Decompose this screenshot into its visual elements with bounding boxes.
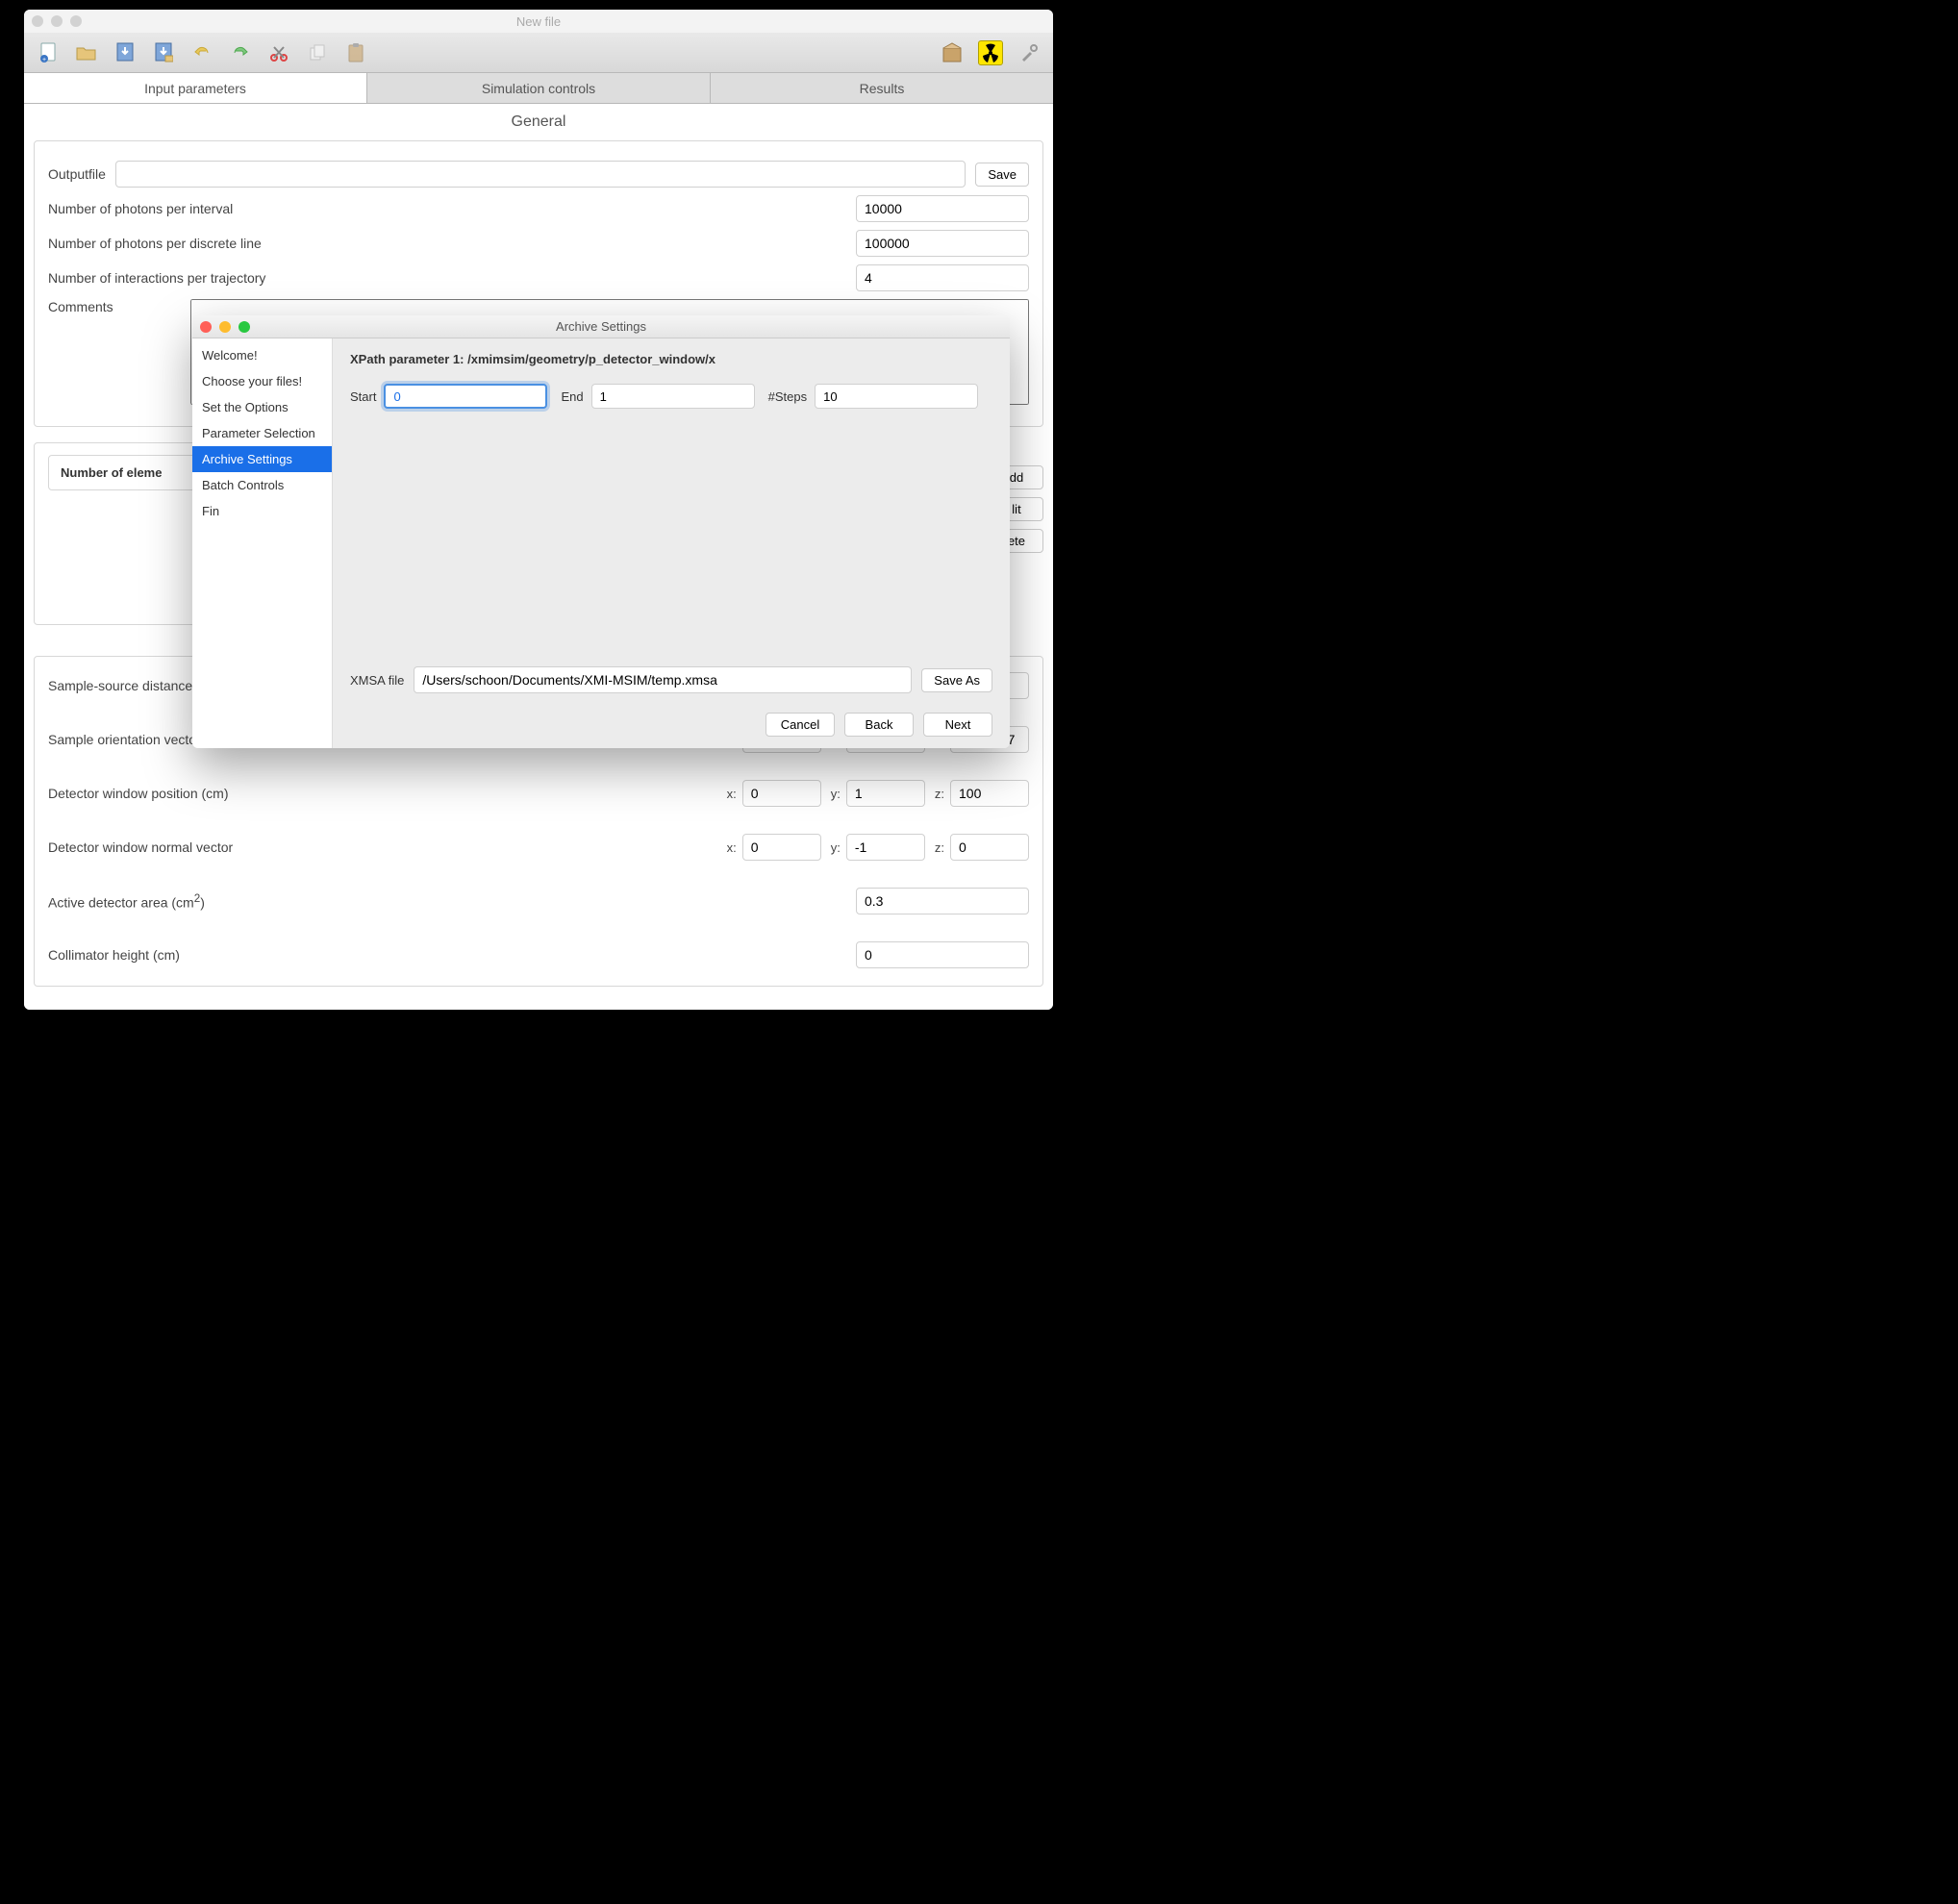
next-button[interactable]: Next: [923, 713, 992, 737]
sidebar-item-set-options[interactable]: Set the Options: [192, 394, 332, 420]
xpath-heading: XPath parameter 1: /xmimsim/geometry/p_d…: [350, 352, 992, 366]
detector-norm-label: Detector window normal vector: [48, 839, 717, 855]
active-area-suffix: ): [200, 894, 205, 910]
minimize-icon[interactable]: [51, 15, 63, 27]
new-file-icon[interactable]: +: [36, 40, 61, 65]
start-label: Start: [350, 389, 376, 404]
end-input[interactable]: [591, 384, 755, 409]
dialog-title: Archive Settings: [192, 319, 1010, 334]
main-titlebar: New file: [24, 10, 1053, 33]
sidebar-item-fin[interactable]: Fin: [192, 498, 332, 524]
steps-input[interactable]: [815, 384, 978, 409]
cut-icon[interactable]: [266, 40, 291, 65]
param-row: Start End #Steps: [350, 384, 992, 409]
window-title: New file: [24, 14, 1053, 29]
outputfile-input[interactable]: [115, 161, 966, 188]
collimator-input[interactable]: [856, 941, 1029, 968]
svg-text:+: +: [42, 57, 46, 63]
dialog-footer: Cancel Back Next: [350, 705, 992, 737]
outputfile-label: Outputfile: [48, 166, 106, 182]
sidebar-item-welcome[interactable]: Welcome!: [192, 342, 332, 368]
dialog-main: XPath parameter 1: /xmimsim/geometry/p_d…: [333, 338, 1010, 748]
copy-icon[interactable]: [305, 40, 330, 65]
x-label: x:: [727, 840, 737, 855]
elements-header-label: Number of eleme: [61, 465, 162, 480]
sidebar-item-parameter-selection[interactable]: Parameter Selection: [192, 420, 332, 446]
photons-line-input[interactable]: [856, 230, 1029, 257]
x-label: x:: [727, 787, 737, 801]
xmsa-file-input[interactable]: [414, 666, 912, 693]
main-tabs: Input parameters Simulation controls Res…: [24, 73, 1053, 104]
tools-icon[interactable]: [1017, 40, 1042, 65]
tab-results[interactable]: Results: [711, 73, 1053, 103]
interactions-input[interactable]: [856, 264, 1029, 291]
radiation-icon[interactable]: [978, 40, 1003, 65]
photons-interval-input[interactable]: [856, 195, 1029, 222]
y-label: y:: [831, 840, 841, 855]
toolbar: +: [24, 33, 1053, 73]
folder-open-icon[interactable]: [74, 40, 99, 65]
archive-settings-dialog: Archive Settings Welcome! Choose your fi…: [192, 315, 1010, 748]
save-as-icon[interactable]: [151, 40, 176, 65]
detector-pos-x[interactable]: [742, 780, 821, 807]
sidebar-item-batch-controls[interactable]: Batch Controls: [192, 472, 332, 498]
detector-norm-x[interactable]: [742, 834, 821, 861]
save-icon[interactable]: [113, 40, 138, 65]
tab-label: Input parameters: [144, 81, 246, 96]
sidebar-item-archive-settings[interactable]: Archive Settings: [192, 446, 332, 472]
dialog-titlebar: Archive Settings: [192, 315, 1010, 338]
collimator-label: Collimator height (cm): [48, 947, 846, 963]
detector-pos-label: Detector window position (cm): [48, 786, 717, 801]
save-as-button[interactable]: Save As: [921, 668, 992, 692]
interactions-label: Number of interactions per trajectory: [48, 270, 846, 286]
zoom-icon[interactable]: [70, 15, 82, 27]
xmsa-row: XMSA file Save As: [350, 666, 992, 693]
dialog-sidebar: Welcome! Choose your files! Set the Opti…: [192, 338, 333, 748]
cancel-button[interactable]: Cancel: [766, 713, 835, 737]
y-label: y:: [831, 787, 841, 801]
photons-line-label: Number of photons per discrete line: [48, 236, 846, 251]
close-icon[interactable]: [32, 15, 43, 27]
section-title-general: General: [34, 113, 1043, 131]
detector-pos-z[interactable]: [950, 780, 1029, 807]
tab-input-parameters[interactable]: Input parameters: [24, 73, 367, 103]
photons-interval-label: Number of photons per interval: [48, 201, 846, 216]
undo-icon[interactable]: [189, 40, 214, 65]
comments-label: Comments: [48, 299, 113, 314]
z-label: z:: [935, 840, 944, 855]
end-label: End: [561, 389, 583, 404]
package-icon[interactable]: [940, 40, 965, 65]
xmsa-label: XMSA file: [350, 673, 404, 688]
back-button[interactable]: Back: [844, 713, 914, 737]
detector-pos-y[interactable]: [846, 780, 925, 807]
active-area-label: Active detector area (cm2): [48, 892, 846, 911]
outputfile-save-button[interactable]: Save: [975, 163, 1029, 187]
tab-label: Simulation controls: [482, 81, 595, 96]
steps-label: #Steps: [768, 389, 807, 404]
active-area-label-text: Active detector area (cm: [48, 894, 194, 910]
z-label: z:: [935, 787, 944, 801]
detector-norm-y[interactable]: [846, 834, 925, 861]
start-input[interactable]: [384, 384, 547, 409]
tab-label: Results: [860, 81, 905, 96]
sidebar-item-choose-files[interactable]: Choose your files!: [192, 368, 332, 394]
dialog-body: Welcome! Choose your files! Set the Opti…: [192, 338, 1010, 748]
active-area-input[interactable]: [856, 888, 1029, 914]
redo-icon[interactable]: [228, 40, 253, 65]
traffic-lights: [32, 15, 82, 27]
tab-simulation-controls[interactable]: Simulation controls: [367, 73, 711, 103]
paste-icon[interactable]: [343, 40, 368, 65]
detector-norm-z[interactable]: [950, 834, 1029, 861]
